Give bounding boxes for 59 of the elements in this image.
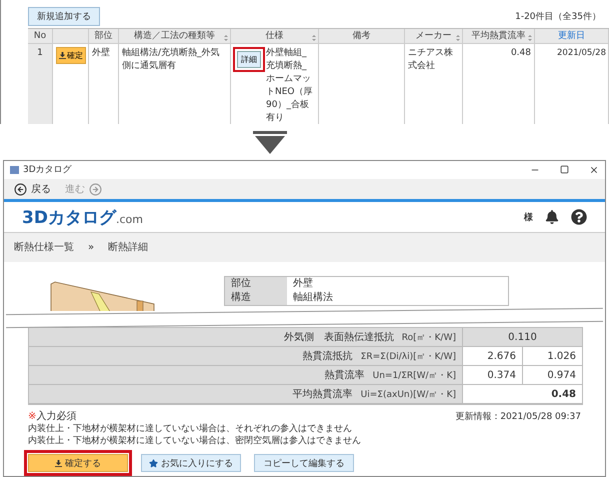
column-header[interactable]: 仕様 (231, 29, 319, 44)
down-arrow-icon (253, 128, 287, 154)
spec-text: 外壁軸組_充填断熱_ホームマットNEO（厚90）_合板有り (266, 47, 314, 124)
close-icon[interactable] (589, 164, 599, 175)
column-header[interactable]: 平均熱貫流率 (463, 29, 535, 44)
breadcrumb-link[interactable]: 断熱仕様一覧 (14, 240, 74, 254)
download-icon (59, 52, 66, 59)
value-cell: 2.676 (462, 347, 522, 366)
value-cell: 0.374 (462, 366, 522, 385)
table-cell: 外壁 (89, 44, 119, 124)
copy-edit-button[interactable]: コピーして編集する (254, 454, 354, 472)
formula-text: ΣR=Σ(Di/λi)[㎡・K/W] (360, 350, 456, 362)
column-header: 備考 (319, 29, 405, 44)
column-header[interactable]: 更新日 (535, 29, 609, 44)
column-header[interactable]: メーカー (405, 29, 463, 44)
column-header: No (28, 29, 53, 44)
detail-button[interactable]: 詳細 (237, 51, 261, 68)
favorite-button[interactable]: お気に入りにする (141, 454, 241, 472)
value-cell: 0.974 (522, 366, 582, 385)
formula-text: Ro[㎡・K/W] (402, 332, 456, 344)
spec-label: 部位 (225, 276, 287, 291)
value-cell: 0.110 (462, 328, 582, 347)
row-label: 熱貫流抵抗 (302, 350, 353, 363)
window-title: 3Dカタログ (23, 164, 72, 176)
breadcrumb-separator: » (88, 242, 94, 253)
notification-bell-icon[interactable] (545, 210, 559, 224)
updated-info: 更新情報：2021/05/28 09:37 (455, 411, 581, 423)
row-label: 熱貫流率 (324, 368, 365, 382)
logo: 3Dカタログ.com (22, 206, 143, 229)
user-honorific: 様 (524, 212, 533, 224)
spec-value: 外壁 (292, 276, 314, 291)
star-icon (149, 458, 158, 468)
confirm-button[interactable]: 確定する (28, 454, 128, 472)
spec-label: 構造 (225, 290, 287, 305)
confirm-button[interactable]: 確定 (56, 47, 86, 64)
formula-text: Ui=Σ(axUn)[W/㎡・K] (360, 388, 456, 400)
row-label: 外気側 表面熱伝達抵抗 (284, 330, 394, 344)
required-note: 入力必須 (36, 411, 76, 423)
result-count: 1-20件目（全35件） (515, 10, 601, 23)
download-icon (55, 460, 62, 466)
breadcrumb-current[interactable]: 断熱詳細 (108, 240, 148, 254)
help-icon[interactable] (571, 209, 587, 226)
formula-text: Un=1/ΣR[W/㎡・K] (372, 370, 456, 382)
add-new-button[interactable]: 新規追加する (28, 7, 100, 26)
column-header: 部位 (89, 29, 119, 44)
app-icon (10, 166, 19, 174)
column-header[interactable]: 構造／工法の種類等 (119, 29, 231, 44)
back-button[interactable]: 戻る (14, 182, 51, 196)
row-label: 平均熱貫流率 (292, 388, 353, 401)
note-text: 内装仕上・下地材が横架材に達していない場合は、それぞれの参入はできません (28, 423, 353, 435)
table-cell: ニチアス株式会社 (405, 44, 463, 124)
required-mark: ※ (28, 411, 36, 423)
table-cell: 軸組構法/充填断熱_外気側に通気層有 (119, 44, 231, 124)
spec-value: 軸組構法 (292, 290, 334, 305)
value-cell: 0.48 (462, 385, 582, 404)
table-cell: 1 (28, 44, 53, 124)
maximize-icon[interactable] (560, 164, 569, 174)
note-text: 内装仕上・下地材が横架材に達していない場合は、密閉空気層は参入はできません (28, 435, 362, 447)
value-cell: 1.026 (522, 347, 582, 366)
